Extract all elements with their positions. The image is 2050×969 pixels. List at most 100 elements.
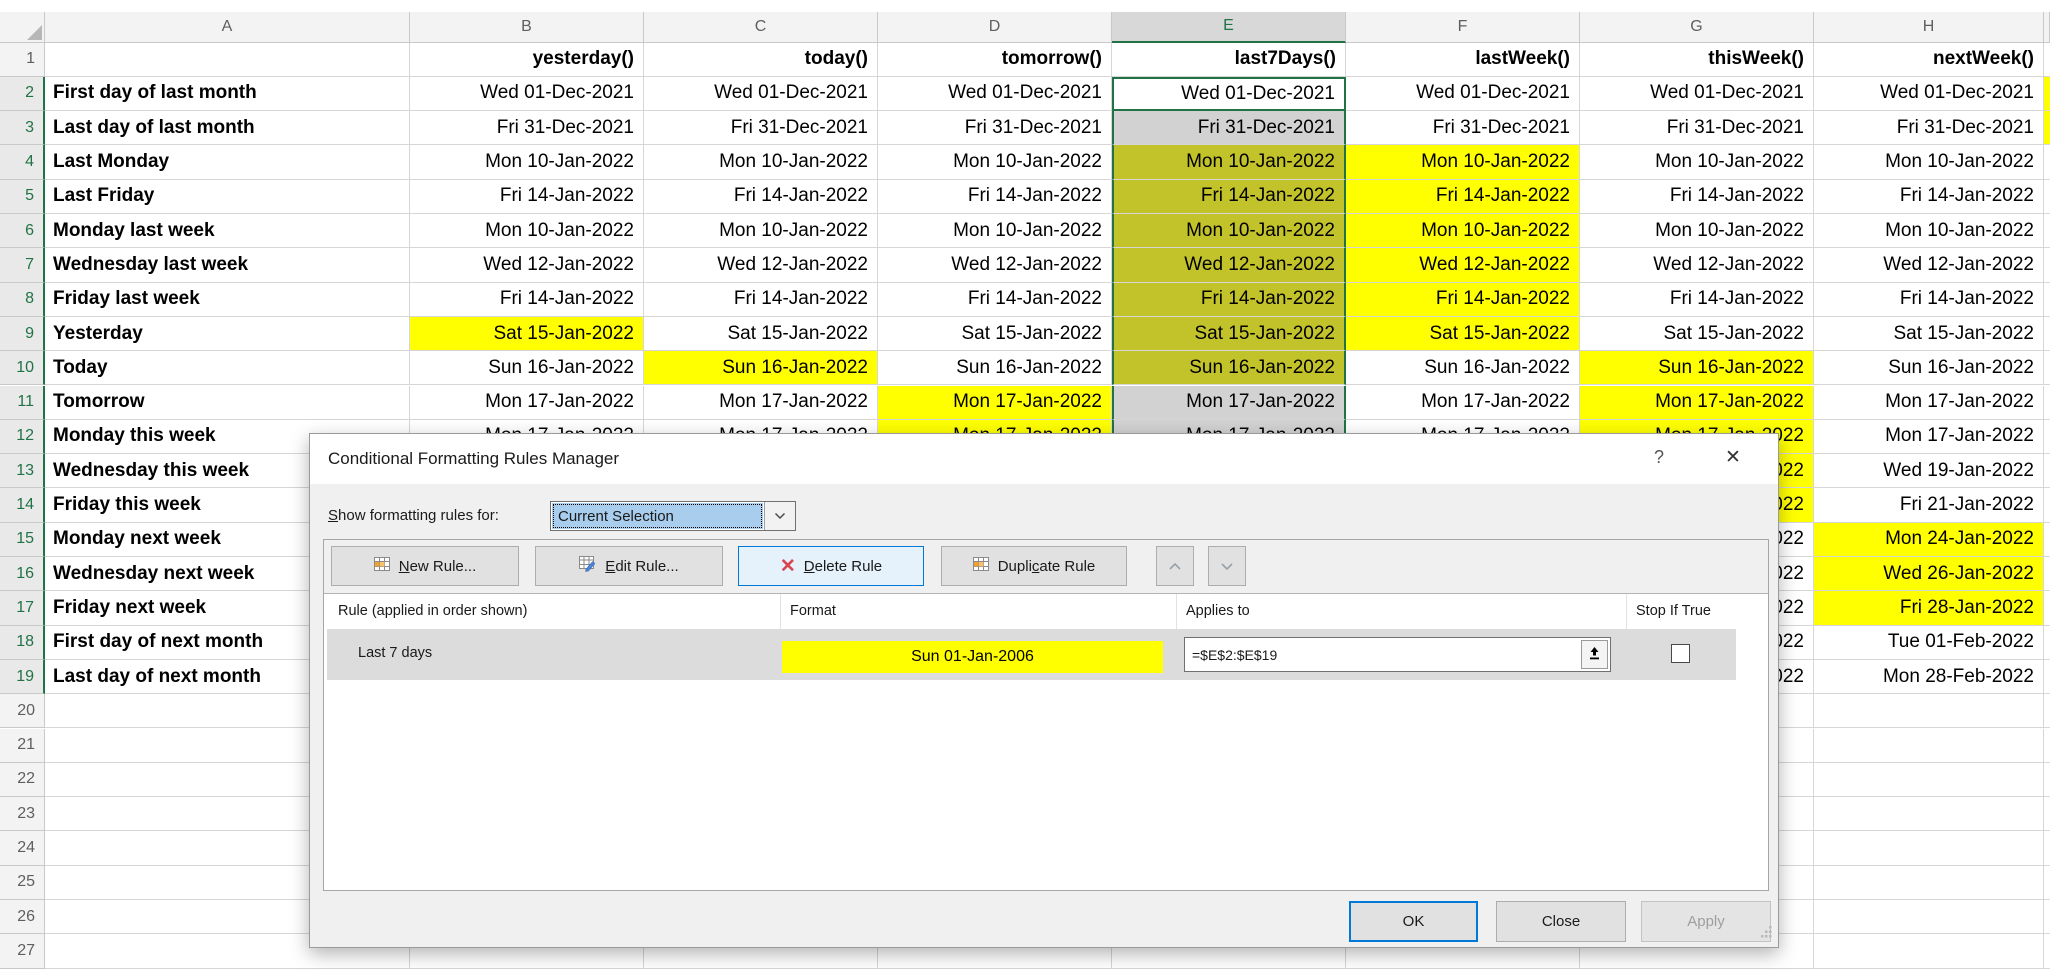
- cell-G2[interactable]: Wed 01-Dec-2021: [1580, 77, 1814, 111]
- cell-A10[interactable]: Today: [45, 351, 410, 385]
- cell-H5[interactable]: Fri 14-Jan-2022: [1814, 180, 2044, 214]
- cell-E6[interactable]: Mon 10-Jan-2022: [1112, 214, 1346, 248]
- cell-I4[interactable]: [2044, 145, 2050, 179]
- cell-I1[interactable]: [2044, 43, 2050, 77]
- applies-to-input[interactable]: =$E$2:$E$19: [1184, 637, 1611, 672]
- cell-C3[interactable]: Fri 31-Dec-2021: [644, 111, 878, 145]
- cell-C5[interactable]: Fri 14-Jan-2022: [644, 180, 878, 214]
- dialog-titlebar[interactable]: Conditional Formatting Rules Manager ? ✕: [310, 434, 1778, 484]
- cell-H2[interactable]: Wed 01-Dec-2021: [1814, 77, 2044, 111]
- cell-I13[interactable]: [2044, 454, 2050, 488]
- cell-I7[interactable]: [2044, 248, 2050, 282]
- cell-C8[interactable]: Fri 14-Jan-2022: [644, 283, 878, 317]
- column-header-I[interactable]: [2044, 12, 2050, 43]
- column-header-A[interactable]: A: [45, 12, 410, 43]
- cell-E1[interactable]: last7Days(): [1112, 43, 1346, 77]
- cell-B7[interactable]: Wed 12-Jan-2022: [410, 248, 644, 282]
- cell-D9[interactable]: Sat 15-Jan-2022: [878, 317, 1112, 351]
- column-header-B[interactable]: B: [410, 12, 644, 43]
- row-header-23[interactable]: 23: [0, 797, 45, 831]
- cell-H4[interactable]: Mon 10-Jan-2022: [1814, 145, 2044, 179]
- cell-B3[interactable]: Fri 31-Dec-2021: [410, 111, 644, 145]
- cell-E5[interactable]: Fri 14-Jan-2022: [1112, 180, 1346, 214]
- row-header-14[interactable]: 14: [0, 488, 45, 522]
- cell-D2[interactable]: Wed 01-Dec-2021: [878, 77, 1112, 111]
- cell-I15[interactable]: [2044, 523, 2050, 557]
- cell-I2[interactable]: [2044, 77, 2050, 111]
- cell-H27[interactable]: [1814, 934, 2044, 968]
- cell-E11[interactable]: Mon 17-Jan-2022: [1112, 386, 1346, 420]
- cell-H13[interactable]: Wed 19-Jan-2022: [1814, 454, 2044, 488]
- ok-button[interactable]: OK: [1349, 901, 1478, 942]
- cell-A6[interactable]: Monday last week: [45, 214, 410, 248]
- cell-I8[interactable]: [2044, 283, 2050, 317]
- cell-I24[interactable]: [2044, 831, 2050, 865]
- cell-C2[interactable]: Wed 01-Dec-2021: [644, 77, 878, 111]
- row-header-19[interactable]: 19: [0, 660, 45, 694]
- column-header-F[interactable]: F: [1346, 12, 1580, 43]
- cell-G3[interactable]: Fri 31-Dec-2021: [1580, 111, 1814, 145]
- cell-A3[interactable]: Last day of last month: [45, 111, 410, 145]
- new-rule-button[interactable]: New Rule...: [331, 546, 519, 586]
- row-header-20[interactable]: 20: [0, 694, 45, 728]
- cell-D7[interactable]: Wed 12-Jan-2022: [878, 248, 1112, 282]
- cell-D1[interactable]: tomorrow(): [878, 43, 1112, 77]
- cell-F11[interactable]: Mon 17-Jan-2022: [1346, 386, 1580, 420]
- cell-H16[interactable]: Wed 26-Jan-2022: [1814, 557, 2044, 591]
- cell-H8[interactable]: Fri 14-Jan-2022: [1814, 283, 2044, 317]
- cell-F10[interactable]: Sun 16-Jan-2022: [1346, 351, 1580, 385]
- column-header-E[interactable]: E: [1112, 12, 1346, 43]
- row-header-17[interactable]: 17: [0, 591, 45, 625]
- cell-B9[interactable]: Sat 15-Jan-2022: [410, 317, 644, 351]
- cell-B5[interactable]: Fri 14-Jan-2022: [410, 180, 644, 214]
- apply-button[interactable]: Apply: [1641, 901, 1771, 942]
- row-header-16[interactable]: 16: [0, 557, 45, 591]
- move-rule-down-button[interactable]: [1208, 546, 1246, 586]
- rule-row-last-7-days[interactable]: Last 7 days Sun 01-Jan-2006 =$E$2:$E$19: [327, 629, 1736, 680]
- cell-D10[interactable]: Sun 16-Jan-2022: [878, 351, 1112, 385]
- row-header-11[interactable]: 11: [0, 386, 45, 420]
- cell-H17[interactable]: Fri 28-Jan-2022: [1814, 591, 2044, 625]
- cell-C10[interactable]: Sun 16-Jan-2022: [644, 351, 878, 385]
- cell-I12[interactable]: [2044, 420, 2050, 454]
- row-header-15[interactable]: 15: [0, 523, 45, 557]
- cell-D11[interactable]: Mon 17-Jan-2022: [878, 386, 1112, 420]
- close-icon[interactable]: ✕: [1718, 446, 1748, 469]
- row-header-13[interactable]: 13: [0, 454, 45, 488]
- cell-C1[interactable]: today(): [644, 43, 878, 77]
- stop-if-true-checkbox[interactable]: [1671, 644, 1690, 663]
- cell-B8[interactable]: Fri 14-Jan-2022: [410, 283, 644, 317]
- row-header-21[interactable]: 21: [0, 729, 45, 763]
- cell-H9[interactable]: Sat 15-Jan-2022: [1814, 317, 2044, 351]
- row-header-5[interactable]: 5: [0, 180, 45, 214]
- cell-G6[interactable]: Mon 10-Jan-2022: [1580, 214, 1814, 248]
- cell-I23[interactable]: [2044, 797, 2050, 831]
- cell-D4[interactable]: Mon 10-Jan-2022: [878, 145, 1112, 179]
- cell-B11[interactable]: Mon 17-Jan-2022: [410, 386, 644, 420]
- cell-E8[interactable]: Fri 14-Jan-2022: [1112, 283, 1346, 317]
- cell-C11[interactable]: Mon 17-Jan-2022: [644, 386, 878, 420]
- row-header-25[interactable]: 25: [0, 866, 45, 900]
- row-header-7[interactable]: 7: [0, 248, 45, 282]
- cell-I17[interactable]: [2044, 591, 2050, 625]
- cell-I3[interactable]: [2044, 111, 2050, 145]
- cell-G8[interactable]: Fri 14-Jan-2022: [1580, 283, 1814, 317]
- cell-D8[interactable]: Fri 14-Jan-2022: [878, 283, 1112, 317]
- cell-H15[interactable]: Mon 24-Jan-2022: [1814, 523, 2044, 557]
- cell-G5[interactable]: Fri 14-Jan-2022: [1580, 180, 1814, 214]
- cell-G4[interactable]: Mon 10-Jan-2022: [1580, 145, 1814, 179]
- cell-I10[interactable]: [2044, 351, 2050, 385]
- cell-I27[interactable]: [2044, 934, 2050, 968]
- row-header-10[interactable]: 10: [0, 351, 45, 385]
- cell-B10[interactable]: Sun 16-Jan-2022: [410, 351, 644, 385]
- cell-I9[interactable]: [2044, 317, 2050, 351]
- row-header-6[interactable]: 6: [0, 214, 45, 248]
- row-header-26[interactable]: 26: [0, 900, 45, 934]
- row-header-4[interactable]: 4: [0, 145, 45, 179]
- cell-H6[interactable]: Mon 10-Jan-2022: [1814, 214, 2044, 248]
- cell-H24[interactable]: [1814, 831, 2044, 865]
- cell-F7[interactable]: Wed 12-Jan-2022: [1346, 248, 1580, 282]
- cell-A4[interactable]: Last Monday: [45, 145, 410, 179]
- close-button[interactable]: Close: [1496, 901, 1626, 942]
- select-all-corner[interactable]: [0, 12, 45, 43]
